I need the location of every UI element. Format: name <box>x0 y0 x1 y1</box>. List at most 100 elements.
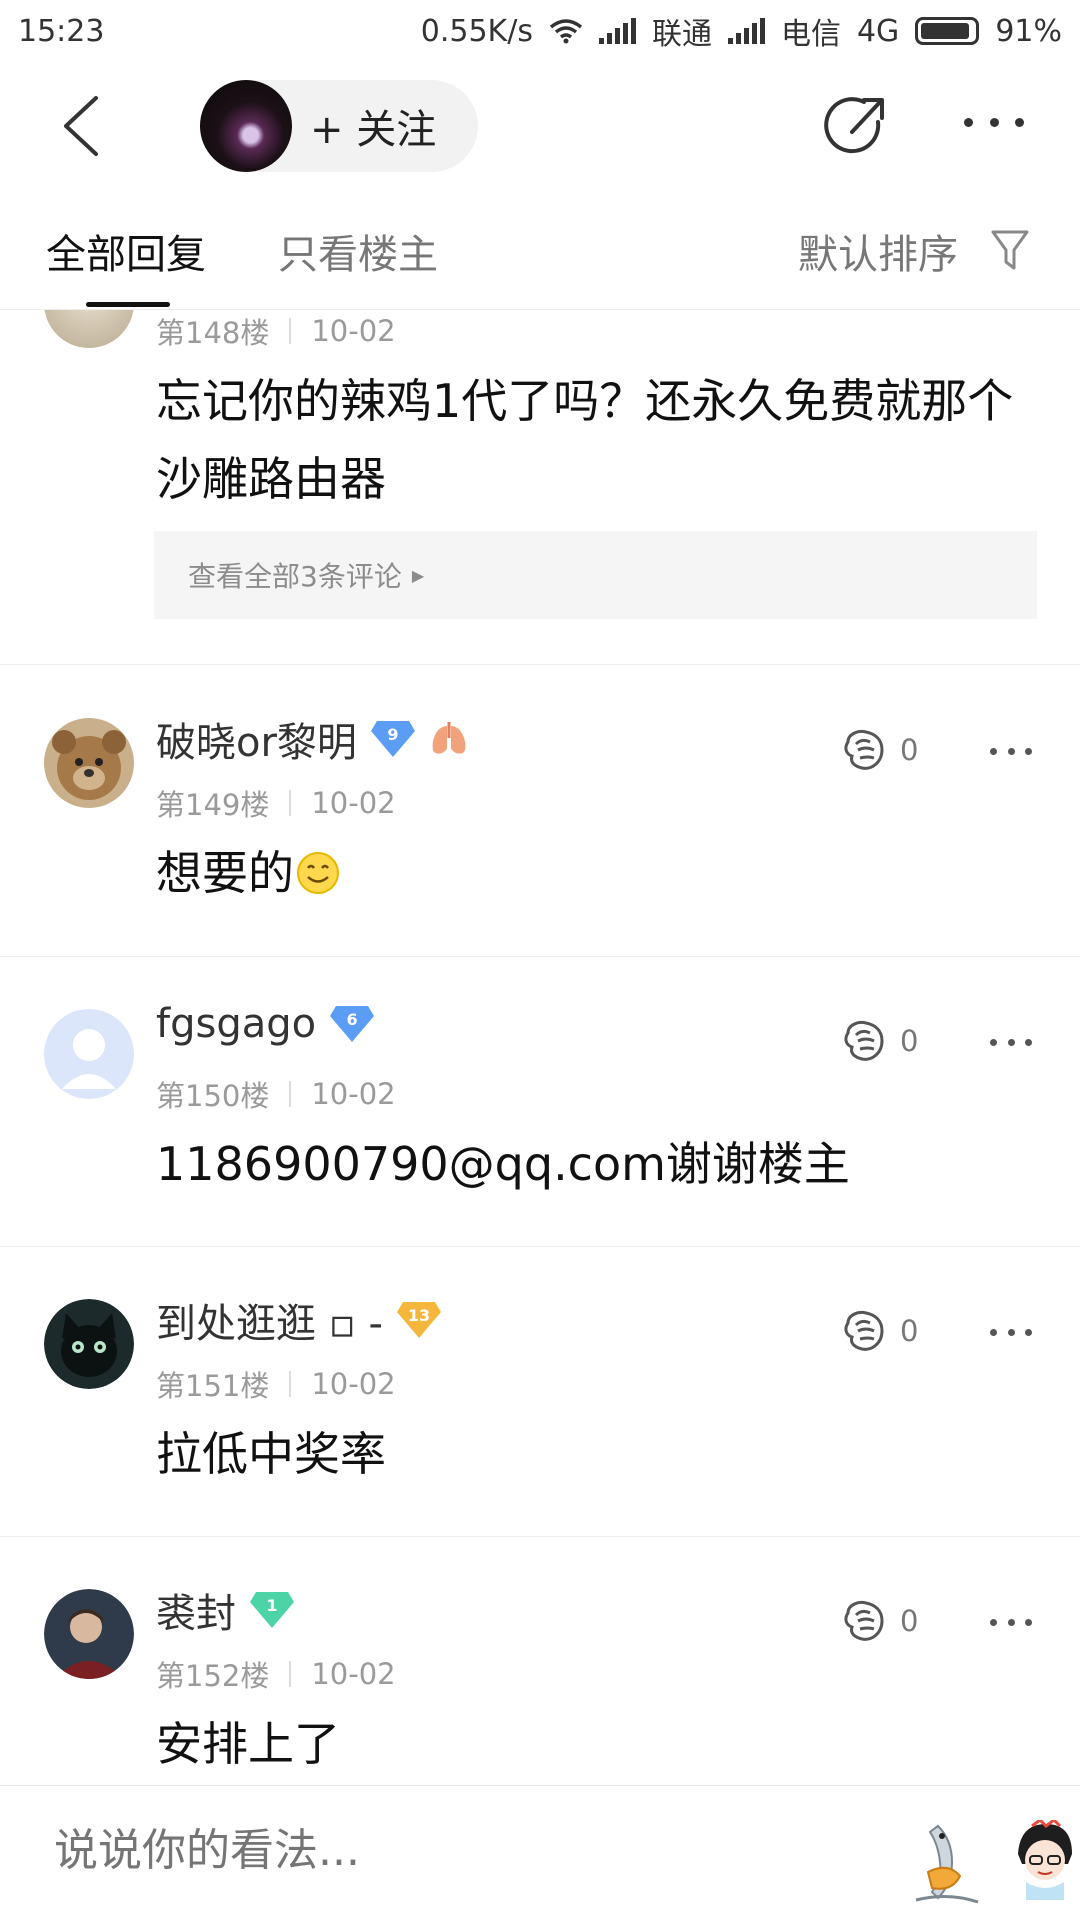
level-number: 13 <box>407 1306 431 1325</box>
reply-meta: 第150楼 10-02 <box>156 1073 396 1115</box>
caret-right-icon: ▶ <box>411 565 425 585</box>
like-count: 0 <box>900 1604 919 1638</box>
tab-op-only[interactable]: 只看楼主 <box>278 222 438 280</box>
level-badge-icon: 1 <box>250 1590 294 1630</box>
battery-icon <box>915 17 980 45</box>
status-right: 0.55K/s 联通 电信 4G 91% <box>421 9 1062 53</box>
reply-meta: 第149楼 10-02 <box>156 782 396 824</box>
reply-item-151: 到处逛逛 ▫ - 13 第151楼 10-02 0 拉低中奖率 <box>0 1247 1080 1537</box>
status-bar: 15:23 0.55K/s 联通 电信 4G 91% <box>0 0 1080 62</box>
floor-number: 第151楼 <box>156 1369 270 1403</box>
avatar[interactable] <box>44 1589 134 1679</box>
wifi-icon <box>549 19 583 44</box>
username-text: 到处逛逛 ▫ - <box>156 1301 383 1347</box>
level-number: 6 <box>346 1010 358 1029</box>
floor-number: 第152楼 <box>156 1659 270 1693</box>
avatar[interactable] <box>44 718 134 808</box>
like-count: 0 <box>900 1314 919 1348</box>
sort-button[interactable]: 默认排序 <box>798 222 958 280</box>
carrier-2: 电信 <box>780 17 841 52</box>
username[interactable]: 到处逛逛 ▫ - 13 <box>156 1291 441 1349</box>
level-number: 1 <box>266 1596 278 1615</box>
like-icon <box>844 1311 884 1351</box>
reply-meta: 第148楼 10-02 <box>156 310 396 352</box>
reply-feed[interactable]: 第148楼 10-02 忘记你的辣鸡1代了吗？还永久免费就那个沙雕路由器 查看全… <box>0 310 1080 1785</box>
avatar[interactable] <box>44 310 134 348</box>
reply-item-149: 破晓or黎明 9 第149楼 10-02 0 想要的 <box>0 666 1080 956</box>
carrier-1: 联通 <box>651 17 712 52</box>
tab-all-replies[interactable]: 全部回复 <box>46 222 206 280</box>
level-badge-icon: 6 <box>330 1004 375 1044</box>
back-arrow-icon[interactable] <box>56 94 106 158</box>
avatar[interactable] <box>44 1009 134 1099</box>
app-root: 15:23 0.55K/s 联通 电信 4G 91% + 关注 全部回复 只看楼… <box>0 0 1080 1920</box>
tab-indicator <box>86 302 170 307</box>
reply-date: 10-02 <box>311 314 396 348</box>
like-button[interactable]: 0 <box>840 1011 960 1071</box>
reply-text: 1186900790@qq.com谢谢楼主 <box>156 1137 850 1191</box>
status-time: 15:23 <box>18 13 105 49</box>
reply-text-content: 想要的 <box>156 846 294 900</box>
divider <box>0 664 1080 665</box>
network-type: 4G <box>856 13 900 49</box>
reply-more-icon[interactable] <box>990 746 1032 756</box>
reply-more-icon[interactable] <box>990 1037 1032 1047</box>
follow-label: + 关注 <box>310 107 437 153</box>
level-number: 9 <box>387 725 399 744</box>
username[interactable]: 破晓or黎明 9 <box>156 710 469 768</box>
reply-text: 拉低中奖率 <box>156 1427 386 1481</box>
filter-icon[interactable] <box>990 228 1030 272</box>
username-text: fgsgago <box>156 1001 317 1047</box>
share-icon[interactable] <box>822 92 890 160</box>
level-badge-icon: 13 <box>396 1300 441 1340</box>
like-button[interactable]: 0 <box>840 720 960 780</box>
fish-sticker-icon[interactable] <box>908 1822 982 1904</box>
signal-icon-2 <box>727 18 765 44</box>
reply-text: 忘记你的辣鸡1代了吗？还永久免费就那个沙雕路由器 <box>156 374 1014 506</box>
network-speed: 0.55K/s <box>420 13 533 49</box>
top-nav: + 关注 <box>0 62 1080 192</box>
username[interactable]: 裘封 1 <box>156 1581 294 1639</box>
username[interactable]: fgsgago 6 <box>156 1001 375 1047</box>
like-count: 0 <box>900 733 919 767</box>
view-all-comments-button[interactable]: 查看全部3条评论 ▶ <box>154 531 1037 619</box>
username-text: 裘封 <box>156 1591 236 1637</box>
reply-meta: 第152楼 10-02 <box>156 1653 396 1695</box>
floor-number: 第148楼 <box>156 316 270 350</box>
like-icon <box>844 730 884 770</box>
like-button[interactable]: 0 <box>840 1591 960 1651</box>
reply-item-150: fgsgago 6 第150楼 10-02 0 1186900790@qq.co <box>0 957 1080 1247</box>
reply-more-icon[interactable] <box>990 1617 1032 1627</box>
reply-date: 10-02 <box>311 786 396 820</box>
reply-item-152: 裘封 1 第152楼 10-02 0 安排上了 <box>0 1537 1080 1785</box>
reply-meta: 第151楼 10-02 <box>156 1363 396 1405</box>
comment-input[interactable] <box>52 1824 836 1877</box>
reply-date: 10-02 <box>311 1367 396 1401</box>
reply-date: 10-02 <box>311 1077 396 1111</box>
like-icon <box>844 1021 884 1061</box>
reply-more-icon[interactable] <box>990 1327 1032 1337</box>
reply-tabs: 全部回复 只看楼主 默认排序 <box>0 192 1080 310</box>
username-text: 破晓or黎明 <box>156 720 357 766</box>
floor-number: 第149楼 <box>156 788 270 822</box>
more-options-icon[interactable] <box>964 102 1024 142</box>
avatar[interactable] <box>44 1299 134 1389</box>
lungs-icon <box>432 722 466 754</box>
smile-emoji-icon <box>297 852 339 894</box>
level-badge-icon: 9 <box>370 719 415 759</box>
like-count: 0 <box>900 1024 919 1058</box>
comment-bar <box>0 1785 1080 1920</box>
like-icon <box>844 1601 884 1641</box>
author-avatar[interactable] <box>200 80 292 172</box>
reply-text: 想要的 <box>156 834 1036 912</box>
battery-fill <box>921 23 969 39</box>
like-button[interactable]: 0 <box>840 1301 960 1361</box>
girl-sticker-icon[interactable] <box>1010 1820 1080 1900</box>
reply-text: 安排上了 <box>156 1717 340 1771</box>
signal-icon-1 <box>598 18 636 44</box>
reply-date: 10-02 <box>311 1657 396 1691</box>
battery-percent: 91% <box>995 13 1062 49</box>
follow-button[interactable]: + 关注 <box>200 80 478 172</box>
view-all-comments-label: 查看全部3条评论 <box>188 560 402 593</box>
floor-number: 第150楼 <box>156 1079 270 1113</box>
